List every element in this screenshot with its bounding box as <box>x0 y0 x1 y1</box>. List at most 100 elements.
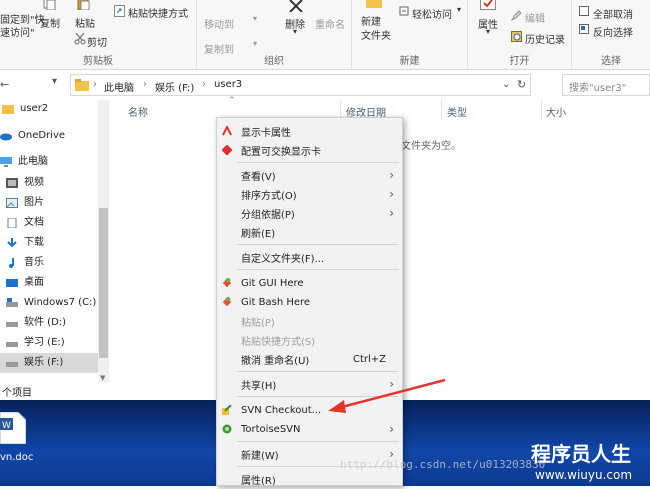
git-icon <box>222 278 232 288</box>
menu-item-label: 新建(W) <box>241 450 279 462</box>
nav-item-pictures[interactable]: 图片 <box>6 193 44 213</box>
nav-item-onedrive[interactable]: OneDrive <box>0 126 65 146</box>
new-folder-button[interactable]: 新建 文件夹 <box>361 16 391 44</box>
menu-item-view[interactable]: 查看(V) › <box>217 165 402 185</box>
edit-icon[interactable] <box>510 10 522 24</box>
nav-item-desktop[interactable]: 桌面 <box>6 273 44 293</box>
history-button[interactable]: 历史记录 <box>525 31 565 46</box>
new-folder-icon[interactable] <box>366 0 382 11</box>
menu-item-properties[interactable]: 属性(R) <box>217 469 402 489</box>
nav-item-drive-f[interactable]: 娱乐 (F:) <box>0 353 98 373</box>
pin-quick-access-button[interactable]: 固定到"快 速访问" <box>0 14 45 40</box>
menu-item-refresh[interactable]: 刷新(E) <box>217 222 402 242</box>
desktop-file-label: vn.doc <box>0 452 34 463</box>
menu-item-label: 排序方式(O) <box>241 190 297 202</box>
nav-item-label: 图片 <box>24 197 44 208</box>
word-document-icon[interactable]: W <box>0 411 27 445</box>
menu-item-group-by[interactable]: 分组依据(P) › <box>217 203 402 223</box>
nav-item-videos[interactable]: 视频 <box>6 173 44 193</box>
search-placeholder: 搜索"user3" <box>569 83 627 94</box>
easy-access-button[interactable]: 轻松访问 <box>412 6 452 21</box>
nav-item-drive-e[interactable]: 学习 (E:) <box>6 333 65 353</box>
easy-access-icon[interactable] <box>399 6 409 19</box>
new-group-label: 新建 <box>399 56 420 67</box>
nav-item-drive-c[interactable]: Windows7 (C:) <box>6 293 96 313</box>
column-header-type[interactable]: 类型 <box>447 104 467 119</box>
delete-icon[interactable] <box>288 0 304 15</box>
nav-item-downloads[interactable]: 下载 <box>6 233 44 253</box>
back-arrow-icon[interactable]: ← <box>0 78 9 91</box>
address-history-chevron-icon[interactable]: ⌄ <box>502 79 510 90</box>
properties-icon[interactable] <box>480 0 496 13</box>
nav-item-user2[interactable]: user2 <box>2 99 48 119</box>
copy-button[interactable]: 复制 <box>40 15 60 30</box>
invert-selection-icon[interactable] <box>579 24 589 37</box>
menu-item-display-card-properties[interactable]: 显示卡属性 <box>217 121 402 141</box>
nav-scrollbar[interactable]: ▼ <box>98 100 109 382</box>
breadcrumb-user3[interactable]: user3 <box>214 79 242 90</box>
easy-access-chevron-icon[interactable]: ▾ <box>457 5 461 14</box>
nav-item-documents[interactable]: 文档 <box>6 213 44 233</box>
nav-item-label: Windows7 (C:) <box>24 297 97 308</box>
scroll-down-icon[interactable]: ▼ <box>100 374 105 382</box>
menu-item-label: 显示卡属性 <box>241 127 291 139</box>
drive-icon <box>6 322 18 327</box>
sort-chevron-icon: ⌃ <box>228 96 236 106</box>
copy-icon[interactable] <box>43 0 57 12</box>
copy-to-chevron-icon[interactable]: ▾ <box>253 39 257 48</box>
nav-item-label: 下载 <box>24 237 44 248</box>
menu-item-paste[interactable]: 粘贴(P) <box>217 311 402 331</box>
svn-checkout-icon <box>222 405 232 415</box>
display-card-icon <box>222 126 232 136</box>
folder-icon <box>2 105 14 114</box>
edit-button[interactable]: 编辑 <box>525 10 545 25</box>
menu-item-customize-folder[interactable]: 自定义文件夹(F)... <box>217 247 402 267</box>
move-to-chevron-icon[interactable]: ▾ <box>253 14 257 23</box>
breadcrumb-separator-icon: › <box>93 79 97 90</box>
delete-chevron-icon[interactable]: ▾ <box>293 27 297 36</box>
menu-item-git-bash[interactable]: Git Bash Here <box>217 292 402 312</box>
cut-button[interactable]: 剪切 <box>87 34 107 49</box>
computer-icon <box>0 157 12 167</box>
properties-chevron-icon[interactable]: ▾ <box>486 27 490 36</box>
select-none-button[interactable]: 全部取消 <box>593 6 633 21</box>
ribbon: 固定到"快 速访问" 复制 粘贴 剪切 粘贴快捷方式 剪贴板 移动到 ▾ 复制到… <box>0 0 650 70</box>
history-icon[interactable] <box>511 31 522 45</box>
select-none-icon[interactable] <box>579 6 589 19</box>
nav-item-label: 视频 <box>24 177 44 188</box>
paste-shortcut-icon[interactable] <box>114 5 126 20</box>
paste-shortcut-button[interactable]: 粘贴快捷方式 <box>128 5 188 20</box>
breadcrumb-drive-f[interactable]: 娱乐 (F:) <box>155 79 194 94</box>
menu-item-tortoisesvn[interactable]: TortoiseSVN › <box>217 419 402 439</box>
nav-scrollbar-thumb[interactable] <box>99 208 108 358</box>
menu-item-git-gui[interactable]: Git GUI Here <box>217 273 402 293</box>
open-group: 属性 ▾ 编辑 历史记录 打开 <box>468 0 572 70</box>
nav-item-this-pc[interactable]: 此电脑 <box>0 152 48 172</box>
column-header-name[interactable]: 名称 <box>128 104 148 119</box>
status-bar-item-count: 个项目 <box>2 388 32 399</box>
context-menu: 显示卡属性 配置可交换显示卡 查看(V) › 排序方式(O) › 分组依据(P)… <box>216 117 403 489</box>
rename-button[interactable]: 重命名 <box>315 16 345 31</box>
picture-icon <box>6 198 18 208</box>
menu-item-paste-shortcut[interactable]: 粘贴快捷方式(S) <box>217 330 402 350</box>
folder-icon <box>75 79 89 94</box>
paste-button[interactable]: 粘贴 <box>75 15 95 30</box>
address-bar[interactable]: › 此电脑 › 娱乐 (F:) › user3 ⌄ ↻ <box>70 74 531 96</box>
scissors-icon[interactable] <box>74 32 86 48</box>
cloud-icon <box>0 133 12 141</box>
refresh-icon[interactable]: ↻ <box>517 78 526 91</box>
invert-selection-button[interactable]: 反向选择 <box>593 24 633 39</box>
video-icon <box>6 178 18 188</box>
empty-folder-message: 文件夹为空。 <box>401 141 461 152</box>
menu-item-sort-by[interactable]: 排序方式(O) › <box>217 184 402 204</box>
column-header-size[interactable]: 大小 <box>546 104 566 119</box>
paste-icon[interactable] <box>77 0 91 13</box>
menu-item-undo-rename[interactable]: 撤消 重命名(U) Ctrl+Z <box>217 349 402 369</box>
breadcrumb-this-pc[interactable]: 此电脑 <box>104 79 134 94</box>
menu-item-switchable-graphics[interactable]: 配置可交换显示卡 <box>217 140 402 160</box>
nav-item-drive-d[interactable]: 软件 (D:) <box>6 313 66 333</box>
move-to-button[interactable]: 移动到 <box>204 16 234 31</box>
search-box[interactable]: 搜索"user3" <box>562 74 650 96</box>
recent-locations-chevron-icon[interactable]: ▾ <box>52 76 57 87</box>
nav-item-music[interactable]: 音乐 <box>6 253 44 273</box>
